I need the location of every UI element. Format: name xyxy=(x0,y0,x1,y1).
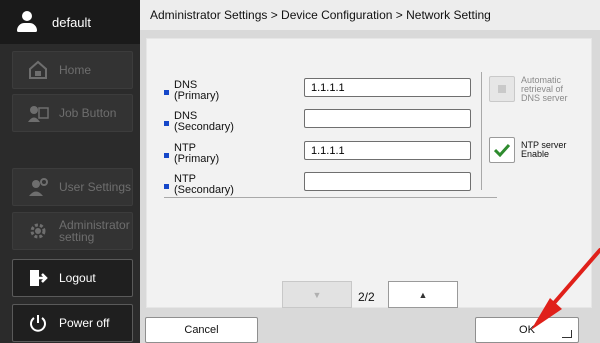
ntp-secondary-label: NTP (Secondary) xyxy=(174,173,234,196)
sidebar-item-label: Home xyxy=(59,63,92,77)
dns-primary-input[interactable]: 1.1.1.1 xyxy=(304,78,471,97)
dns-secondary-row: DNS (Secondary) xyxy=(164,109,484,135)
prev-page-button[interactable]: ▼ xyxy=(282,281,352,308)
ok-label: OK xyxy=(519,324,535,336)
sidebar-item-logout[interactable]: Logout xyxy=(12,259,133,297)
ntp-primary-input[interactable]: 1.1.1.1 xyxy=(304,141,471,160)
ntp-primary-row: NTP (Primary) 1.1.1.1 xyxy=(164,141,484,167)
sidebar-item-label: Job Button xyxy=(59,106,117,120)
user-settings-icon xyxy=(27,176,49,198)
auto-dns-checkbox[interactable] xyxy=(489,76,515,102)
sidebar-item-label: Administrator setting xyxy=(59,218,130,244)
vertical-divider xyxy=(481,72,482,190)
triangle-up-icon: ▲ xyxy=(418,289,428,300)
ntp-enable-label: NTP server Enable xyxy=(521,140,567,159)
cancel-button[interactable]: Cancel xyxy=(145,317,258,343)
checkmark-icon xyxy=(494,143,510,157)
dns-secondary-input[interactable] xyxy=(304,109,471,128)
sidebar-item-label: Logout xyxy=(59,271,96,285)
ntp-enable-checkbox[interactable] xyxy=(489,137,515,163)
sidebar-item-label: User Settings xyxy=(59,180,132,194)
ntp-primary-label: NTP (Primary) xyxy=(174,142,220,165)
page-indicator: 2/2 xyxy=(358,290,375,304)
triangle-down-icon: ▼ xyxy=(312,289,322,300)
ntp-enable-option[interactable]: NTP server Enable xyxy=(489,137,566,163)
user-name: default xyxy=(52,14,92,30)
ntp-secondary-row: NTP (Secondary) xyxy=(164,172,484,198)
horizontal-divider xyxy=(164,197,497,198)
user-icon xyxy=(16,11,38,33)
bullet-icon xyxy=(164,153,169,158)
auto-dns-option[interactable]: Automatic retrieval of DNS server xyxy=(489,76,568,103)
sidebar: default Home Job Button User Settings Ad… xyxy=(0,0,140,343)
sidebar-item-job-button[interactable]: Job Button xyxy=(12,94,133,132)
logout-icon xyxy=(27,267,49,289)
bullet-icon xyxy=(164,90,169,95)
sidebar-item-administrator-setting[interactable]: Administrator setting xyxy=(12,212,133,250)
breadcrumb: Administrator Settings > Device Configur… xyxy=(140,0,600,30)
sidebar-item-label: Power off xyxy=(59,316,110,330)
dns-primary-label: DNS (Primary) xyxy=(174,79,220,102)
dns-primary-row: DNS (Primary) 1.1.1.1 xyxy=(164,78,484,104)
home-icon xyxy=(27,59,49,81)
cancel-label: Cancel xyxy=(184,324,219,336)
user-bar: default xyxy=(0,0,140,44)
sidebar-item-home[interactable]: Home xyxy=(12,51,133,89)
enter-corner-icon xyxy=(562,330,572,338)
bullet-icon xyxy=(164,184,169,189)
sidebar-item-power-off[interactable]: Power off xyxy=(12,304,133,342)
gear-icon xyxy=(27,220,49,242)
power-icon xyxy=(27,312,49,334)
ok-button[interactable]: OK xyxy=(475,317,579,343)
sidebar-item-user-settings[interactable]: User Settings xyxy=(12,168,133,206)
ntp-secondary-input[interactable] xyxy=(304,172,471,191)
bullet-icon xyxy=(164,121,169,126)
job-button-icon xyxy=(27,102,49,124)
auto-dns-label: Automatic retrieval of DNS server xyxy=(521,75,568,103)
dns-secondary-label: DNS (Secondary) xyxy=(174,110,234,133)
next-page-button[interactable]: ▲ xyxy=(388,281,458,308)
